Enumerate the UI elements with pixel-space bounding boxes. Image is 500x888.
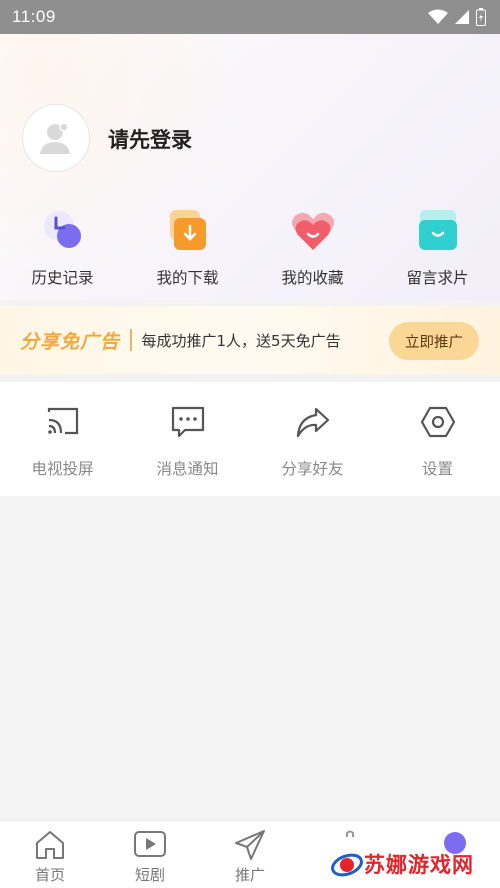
quick-actions: 历史记录 我的下载 我的收藏 留言求片 — [0, 206, 500, 296]
status-icons — [428, 8, 486, 26]
tool-label: 消息通知 — [156, 460, 219, 478]
tab-label: 首页 — [34, 866, 65, 884]
quick-action-label: 我的收藏 — [281, 269, 344, 287]
share-icon — [296, 407, 329, 438]
tab-label: 推广 — [234, 866, 265, 884]
avatar[interactable] — [22, 104, 90, 172]
home-icon — [36, 831, 64, 859]
send-icon — [235, 830, 265, 860]
banner-text: 每成功推广1人，送5天免广告 — [141, 331, 341, 350]
play-icon — [134, 831, 166, 857]
user-avatar-icon — [40, 122, 70, 154]
banner-divider — [130, 329, 132, 351]
status-bar: 11:09 — [0, 0, 500, 34]
message-box-icon — [418, 210, 457, 250]
tool-settings[interactable]: 设置 — [375, 382, 500, 496]
tool-notifications[interactable]: 消息通知 — [125, 382, 250, 496]
tool-label: 设置 — [421, 460, 453, 478]
tools-card: 电视投屏 消息通知 分享好友 设置 — [0, 382, 500, 496]
tab-label: 短剧 — [134, 866, 165, 884]
quick-action-favorites[interactable]: 我的收藏 — [250, 206, 375, 296]
quick-action-label: 留言求片 — [406, 269, 469, 287]
promo-banner[interactable]: 分享免广告 每成功推广1人，送5天免广告 立即推广 — [0, 306, 500, 374]
cast-icon — [47, 407, 78, 435]
tab-home[interactable]: 首页 — [0, 821, 100, 888]
battery-icon — [476, 8, 486, 26]
tool-tv-cast[interactable]: 电视投屏 — [0, 382, 125, 496]
settings-icon — [420, 406, 455, 438]
quick-action-label: 历史记录 — [31, 269, 94, 287]
tab-short-drama[interactable]: 短剧 — [100, 821, 200, 888]
login-prompt[interactable]: 请先登录 — [108, 124, 192, 154]
quick-action-download[interactable]: 我的下载 — [125, 206, 250, 296]
promote-now-button[interactable]: 立即推广 — [389, 322, 479, 360]
wifi-icon — [428, 9, 448, 24]
watermark-logo-icon — [331, 853, 363, 877]
tool-label: 电视投屏 — [31, 460, 94, 478]
history-icon — [43, 211, 81, 248]
quick-action-request[interactable]: 留言求片 — [375, 206, 500, 296]
watermark: 苏娜游戏网 — [330, 840, 500, 888]
status-time: 11:09 — [12, 7, 56, 26]
signal-icon — [455, 10, 469, 24]
tool-share[interactable]: 分享好友 — [250, 382, 375, 496]
watermark-text: 苏娜游戏网 — [364, 853, 474, 877]
tool-label: 分享好友 — [281, 460, 344, 478]
quick-action-label: 我的下载 — [156, 269, 219, 287]
banner-brand: 分享免广告 — [20, 330, 121, 353]
heart-icon — [291, 212, 334, 250]
download-icon — [169, 210, 206, 250]
message-icon — [171, 406, 204, 438]
quick-action-history[interactable]: 历史记录 — [0, 206, 125, 296]
tab-promote[interactable]: 推广 — [200, 821, 300, 888]
